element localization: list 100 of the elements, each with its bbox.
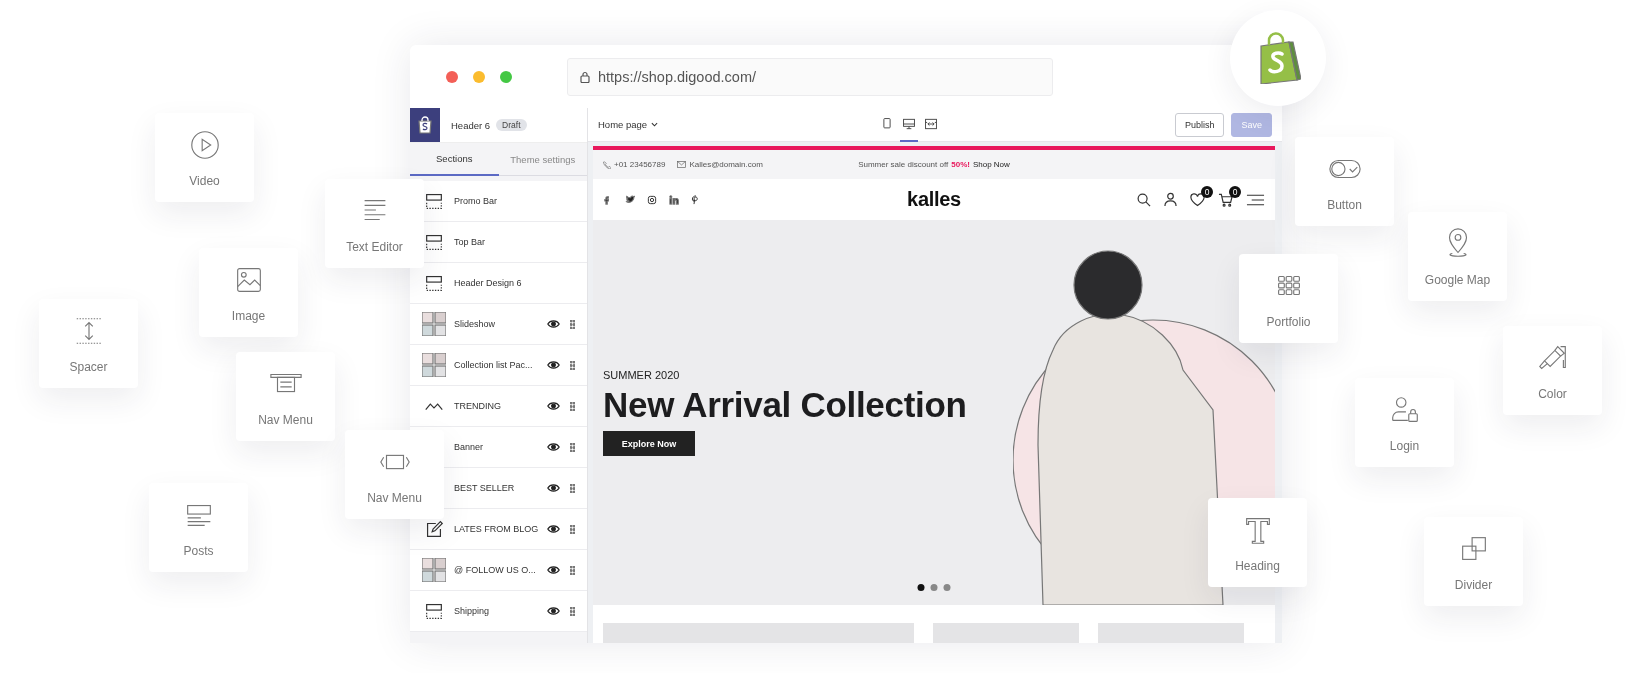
- address-field[interactable]: https://shop.digood.com/: [567, 57, 1053, 96]
- desktop-icon: [902, 116, 917, 131]
- widget-card[interactable]: Nav Menu: [345, 430, 444, 519]
- eye-icon: [547, 606, 560, 616]
- window-control-dot[interactable]: [446, 70, 458, 83]
- widget-label: Spacer: [69, 359, 108, 374]
- pin-icon: [691, 194, 701, 205]
- widget-label: Text Editor: [346, 239, 403, 254]
- widget-card[interactable]: Posts: [149, 483, 248, 572]
- widget-label: Heading: [1235, 558, 1280, 573]
- thumbnail-photo: [422, 558, 446, 582]
- action-button[interactable]: Publish: [1174, 112, 1225, 137]
- widget-card[interactable]: Spacer: [39, 299, 138, 388]
- widget-card[interactable]: Nav Menu: [236, 352, 335, 441]
- window-control-dot[interactable]: [500, 70, 512, 83]
- widget-label: Color: [1538, 386, 1567, 401]
- sidebar-tab[interactable]: Sections: [410, 143, 499, 176]
- widget-card[interactable]: Image: [199, 248, 298, 337]
- section-label: @ FOLLOW US O...: [454, 565, 537, 575]
- explore-button[interactable]: Explore Now: [603, 431, 695, 456]
- section-label: Promo Bar: [454, 196, 498, 206]
- widget-card[interactable]: Video: [155, 113, 254, 202]
- store-logo: kalles: [907, 188, 961, 211]
- thumbnail-photo: [422, 353, 446, 377]
- eye-icon: [547, 442, 560, 452]
- page-select[interactable]: Home page: [598, 119, 659, 130]
- section-icon: [423, 273, 445, 293]
- camera-icon: [647, 194, 657, 205]
- phone-text: +01 23456789: [614, 160, 666, 169]
- section-label: Top Bar: [454, 237, 487, 247]
- section-label: Header Design 6: [454, 278, 523, 288]
- widget-card[interactable]: Color: [1503, 326, 1602, 415]
- widget-card[interactable]: Google Map: [1408, 212, 1507, 301]
- slide-dot[interactable]: [917, 584, 925, 591]
- section-label: BEST SELLER: [454, 483, 516, 493]
- discount-text: 50%!: [951, 160, 970, 169]
- drag-handle-icon: [570, 483, 575, 493]
- widget-label: Divider: [1454, 577, 1493, 592]
- widget-label: Video: [189, 173, 220, 188]
- widget-label: Login: [1389, 438, 1420, 453]
- eye-icon: [547, 524, 560, 534]
- widget-label: Nav Menu: [258, 412, 313, 427]
- eye-icon: [547, 483, 560, 493]
- search-icon: [1137, 192, 1151, 207]
- widget-card[interactable]: Button: [1295, 137, 1394, 226]
- widget-card[interactable]: Login: [1355, 378, 1454, 467]
- wishlist-count: 0: [1201, 185, 1213, 198]
- section-label: Banner: [454, 442, 485, 452]
- eye-icon: [547, 360, 560, 370]
- widget-card[interactable]: Divider: [1424, 517, 1523, 606]
- thumbnail-photo: [422, 312, 446, 336]
- drag-handle-icon: [570, 442, 575, 452]
- eye-icon: [547, 401, 560, 411]
- drag-handle-icon: [570, 565, 575, 575]
- phone-icon: [603, 160, 611, 169]
- sidebar-tab[interactable]: Theme settings: [498, 143, 587, 176]
- bird-icon: [625, 194, 635, 205]
- drag-handle-icon: [570, 606, 575, 616]
- user-icon: [1164, 192, 1177, 207]
- widget-card[interactable]: Text Editor: [325, 179, 424, 268]
- widget-label: Button: [1327, 197, 1362, 212]
- theme-title: Header 6: [451, 119, 491, 131]
- widget-label: Google Map: [1424, 272, 1491, 287]
- section-label: Shipping: [454, 606, 491, 616]
- widget-label: Posts: [183, 543, 214, 558]
- drag-handle-icon: [570, 524, 575, 534]
- widget-label: Image: [231, 308, 266, 323]
- chevron-down-icon: [651, 122, 659, 127]
- section-label: TRENDING: [454, 401, 502, 411]
- slide-dot[interactable]: [930, 584, 938, 591]
- widget-card[interactable]: Heading: [1208, 498, 1307, 587]
- social-icon: [669, 194, 679, 205]
- drag-handle-icon: [570, 401, 575, 411]
- status-badge: Draft: [496, 119, 527, 131]
- announcement-text: Summer sale discount off: [858, 160, 949, 169]
- menu-icon: [1246, 193, 1265, 206]
- drag-handle-icon: [570, 319, 575, 329]
- widget-card[interactable]: Portfolio: [1239, 254, 1338, 343]
- hero-title: New Arrival Collection: [603, 385, 967, 425]
- section-icon: [423, 601, 445, 621]
- section-icon: [423, 191, 445, 211]
- window-control-dot[interactable]: [473, 70, 485, 83]
- lock-icon: [580, 70, 590, 83]
- cart-count: 0: [1229, 185, 1241, 198]
- drag-handle-icon: [570, 360, 575, 370]
- section-label: LATES FROM BLOG: [454, 524, 540, 534]
- eye-icon: [547, 319, 560, 329]
- eye-icon: [547, 565, 560, 575]
- hero-eyebrow: SUMMER 2020: [603, 369, 680, 381]
- cart-icon: [1218, 192, 1233, 207]
- section-icon: [423, 232, 445, 252]
- slide-dot[interactable]: [943, 584, 951, 591]
- full-width-icon: [924, 116, 939, 131]
- shop-now-link[interactable]: Shop Now: [972, 160, 1010, 169]
- widget-label: Portfolio: [1266, 314, 1311, 329]
- shopping-bag-icon: [417, 116, 433, 134]
- email-text: Kalles@domain.com: [689, 160, 763, 169]
- section-label: Slideshow: [454, 319, 497, 329]
- widget-label: Nav Menu: [367, 490, 422, 505]
- heart-icon: [1190, 192, 1205, 207]
